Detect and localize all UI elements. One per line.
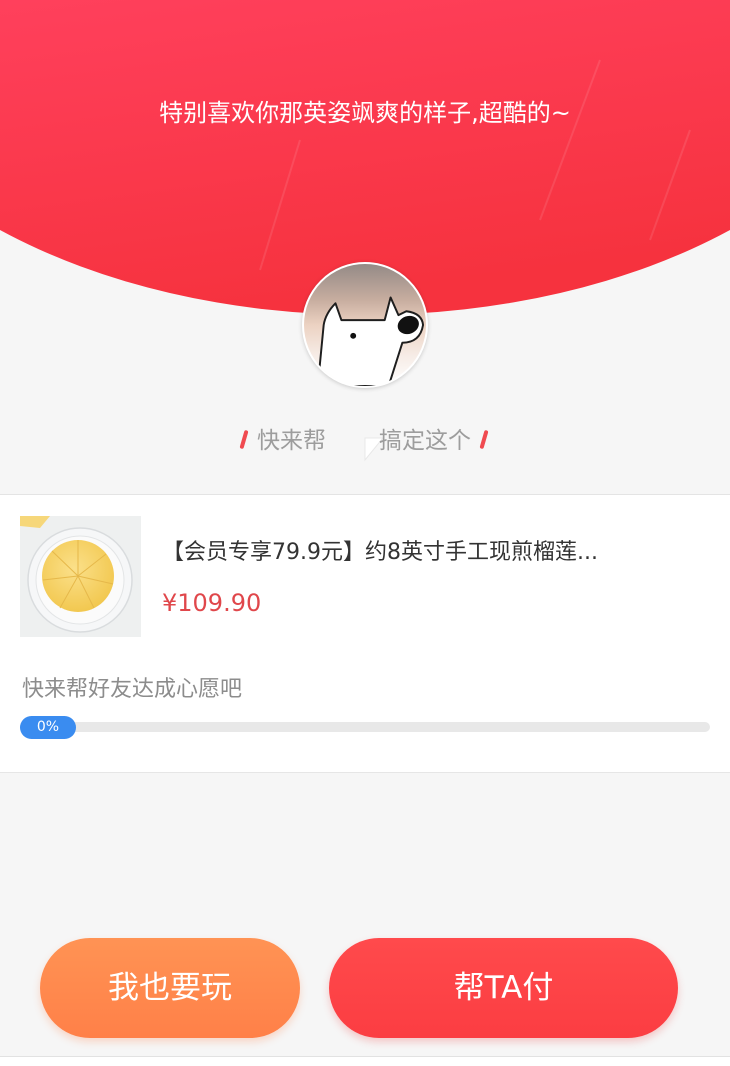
- progress-label: 快来帮好友达成心愿吧: [22, 677, 243, 702]
- user-avatar[interactable]: [302, 262, 428, 388]
- durian-cake-icon: [20, 516, 141, 637]
- invite-prefix: 快来帮: [257, 428, 326, 454]
- invite-suffix: 搞定这个: [379, 428, 471, 454]
- product-card[interactable]: 【会员专享79.9元】约8英寸手工现煎榴莲... ¥109.90 快来帮好友达成…: [0, 495, 730, 773]
- pay-for-them-button[interactable]: 帮TA付: [329, 938, 678, 1038]
- product-price: ¥109.90: [162, 589, 262, 617]
- progress-bar: [20, 722, 710, 732]
- dog-avatar-icon: [304, 264, 426, 386]
- play-too-button[interactable]: 我也要玩: [40, 938, 300, 1038]
- product-title[interactable]: 【会员专享79.9元】约8英寸手工现煎榴莲...: [162, 537, 712, 569]
- progress-percent-badge: 0%: [20, 716, 76, 739]
- right-slash-decoration: [479, 429, 489, 450]
- bottom-strip: [0, 1057, 730, 1066]
- product-image[interactable]: [20, 516, 141, 637]
- header-message: 特别喜欢你那英姿飒爽的样子,超酷的~: [159, 99, 571, 127]
- left-slash-decoration: [239, 429, 249, 450]
